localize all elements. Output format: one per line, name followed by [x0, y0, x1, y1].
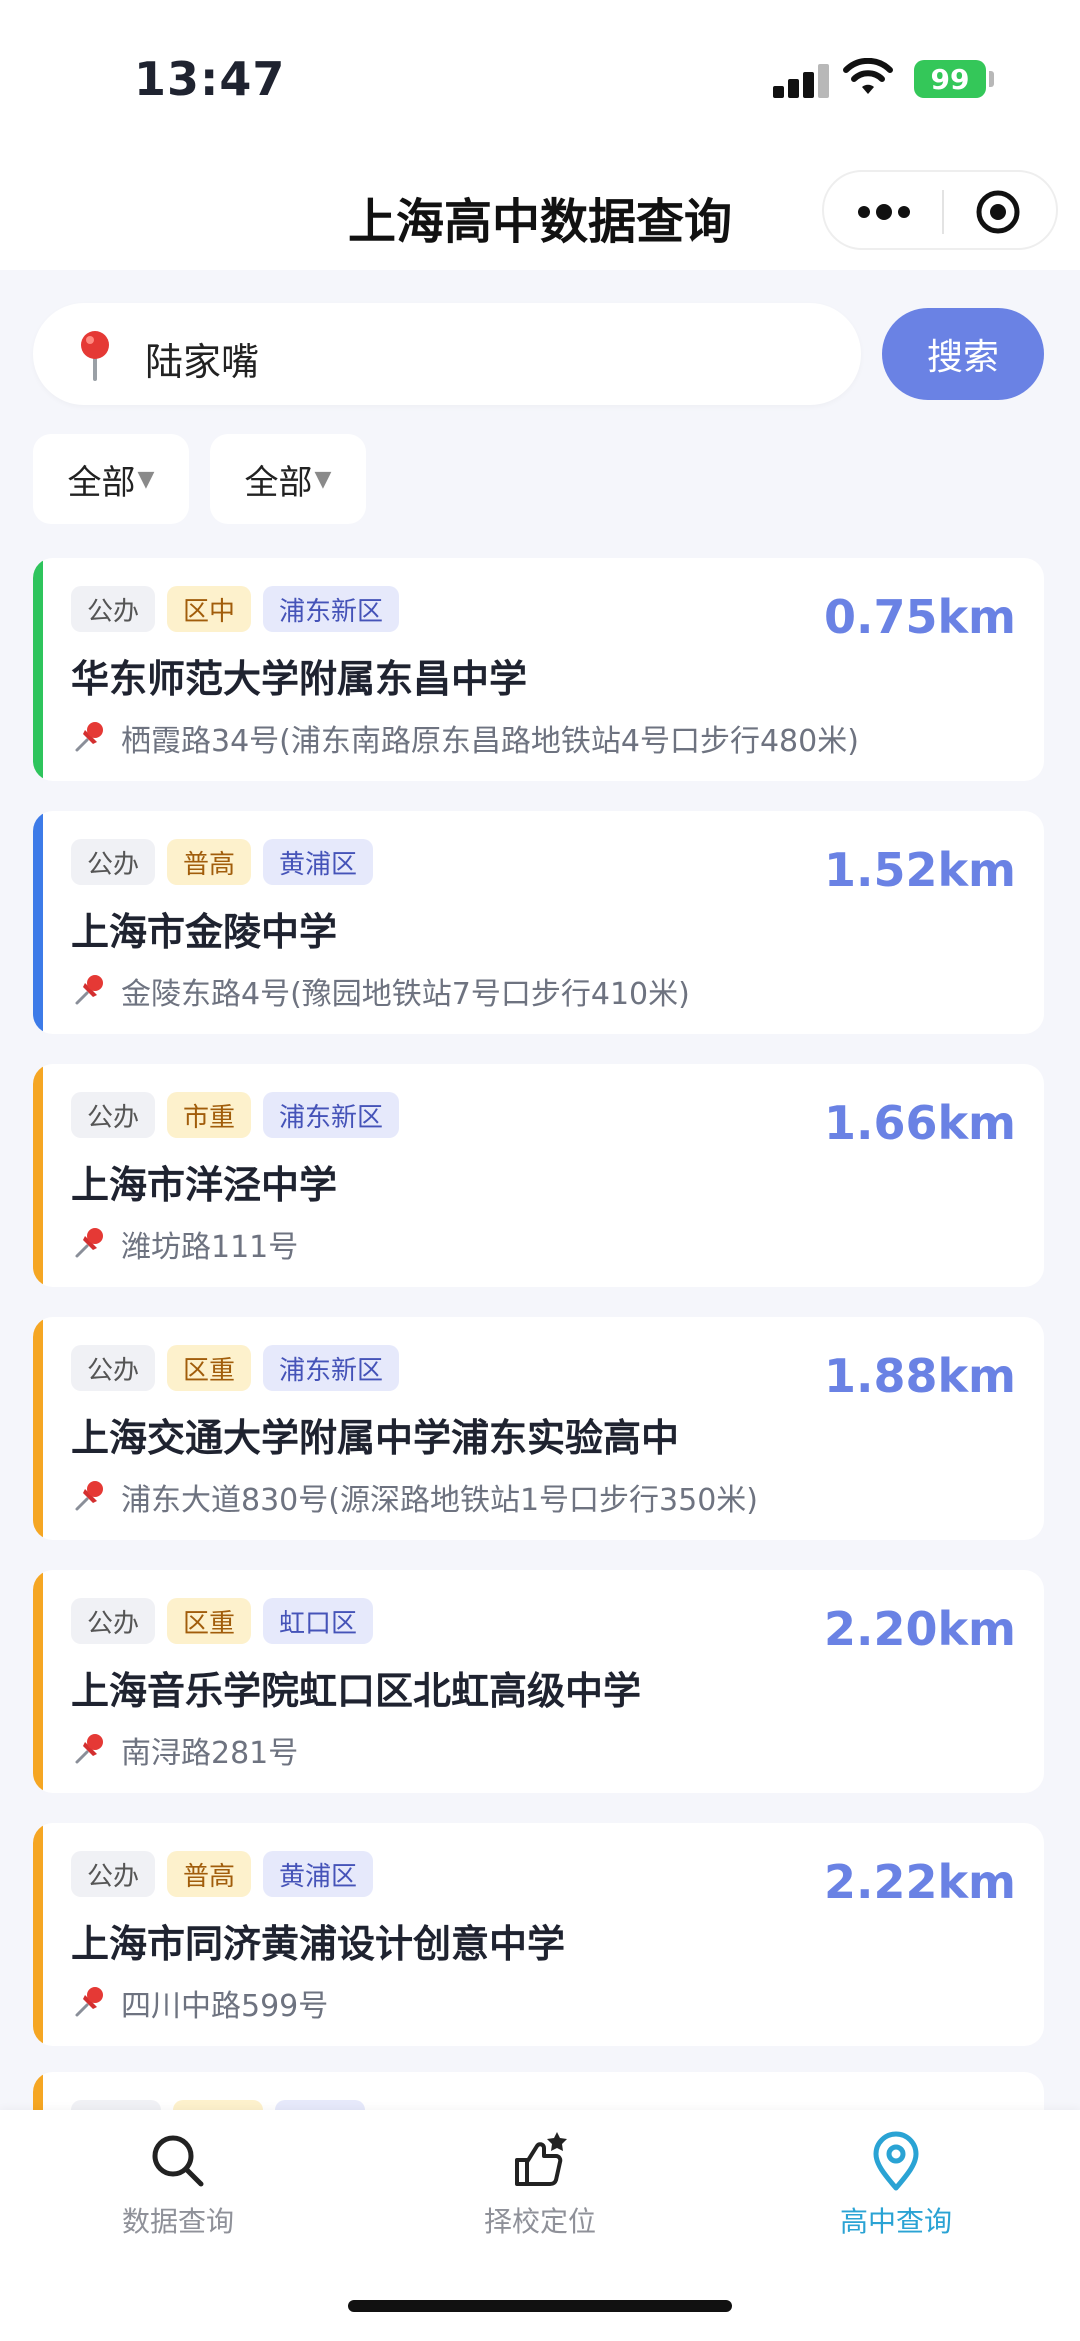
tag-level: 市重 — [167, 1092, 252, 1138]
school-card[interactable]: 公办 区中 浦东新区 0.75km 华东师范大学附属东昌中学 栖霞路34号(浦东… — [33, 558, 1044, 781]
tag-level: 区重 — [167, 1598, 252, 1644]
address-row: 栖霞路34号(浦东南路原东昌路地铁站4号口步行480米) — [71, 716, 859, 760]
school-card[interactable]: 公办 普高 黄浦区 2.22km 上海市同济黄浦设计创意中学 四川中路599号 — [33, 1823, 1044, 2046]
distance: 1.66km — [823, 1096, 1016, 1150]
pushpin-icon — [75, 975, 103, 1005]
school-name: 上海市金陵中学 — [71, 910, 338, 954]
pushpin-icon — [75, 1481, 103, 1511]
school-name: 上海交通大学附属中学浦东实验高中 — [71, 1416, 680, 1460]
school-card[interactable]: 公办 市重 浦东新区 1.66km 上海市洋泾中学 潍坊路111号 — [33, 1064, 1044, 1287]
school-address: 南浔路281号 — [121, 1736, 299, 1771]
tag-district: 虹口区 — [263, 1598, 374, 1644]
tag-type: 公办 — [71, 1092, 156, 1138]
tag-type: 公办 — [71, 1598, 156, 1644]
dropdown-arrow-icon: ▼ — [314, 466, 332, 492]
pushpin-icon — [75, 1734, 103, 1764]
distance: 0.75km — [823, 590, 1016, 644]
tag-group: 公办 普高 黄浦区 — [71, 1851, 374, 1897]
search-icon — [152, 2135, 204, 2187]
more-icon[interactable] — [852, 192, 916, 232]
dropdown-arrow-icon: ▼ — [137, 466, 155, 492]
filter-dropdown-2[interactable]: 全部 ▼ — [210, 434, 366, 524]
school-name: 华东师范大学附属东昌中学 — [71, 657, 528, 701]
tag-level: 区中 — [167, 586, 252, 632]
location-pin-icon — [873, 2131, 919, 2191]
tag-group: 公办 普高 黄浦区 — [71, 839, 374, 885]
tag-level: 普高 — [167, 839, 252, 885]
tag-level: 区重 — [167, 1345, 252, 1391]
search-button[interactable]: 搜索 — [882, 308, 1044, 400]
tag-group: 公办 区中 浦东新区 — [71, 586, 400, 632]
thumbs-up-star-icon — [515, 2132, 567, 2186]
tag-district: 浦东新区 — [263, 586, 400, 632]
address-row: 潍坊路111号 — [71, 1222, 298, 1266]
school-card[interactable]: 公办 区重 浦东新区 1.88km 上海交通大学附属中学浦东实验高中 浦东大道8… — [33, 1317, 1044, 1540]
tag-type: 公办 — [71, 1345, 156, 1391]
card-stripe — [33, 1317, 43, 1540]
tab-label: 择校定位 — [483, 2205, 596, 2238]
card-stripe — [33, 558, 43, 781]
distance: 2.22km — [823, 1855, 1016, 1909]
school-name: 上海音乐学院虹口区北虹高级中学 — [71, 1669, 642, 1713]
filter-label: 全部 — [67, 462, 136, 503]
filter-dropdown-1[interactable]: 全部 ▼ — [33, 434, 189, 524]
tag-level: 普高 — [167, 1851, 252, 1897]
pushpin-icon — [75, 722, 103, 752]
tag-group: 公办 市重 浦东新区 — [71, 1092, 400, 1138]
tab-school-choice[interactable]: 择校定位 — [420, 2130, 660, 2250]
address-row: 南浔路281号 — [71, 1728, 298, 1772]
nav-header: 上海高中数据查询 — [0, 150, 1080, 270]
battery-level: 99 — [930, 62, 970, 96]
school-address: 金陵东路4号(豫园地铁站7号口步行410米) — [121, 977, 690, 1012]
pushpin-icon — [75, 1228, 103, 1258]
address-row: 浦东大道830号(源深路地铁站1号口步行350米) — [71, 1475, 758, 1519]
search-input[interactable]: 陆家嘴 — [33, 303, 861, 405]
school-name: 上海市洋泾中学 — [71, 1163, 338, 1207]
filter-label: 全部 — [244, 462, 313, 503]
distance: 2.20km — [823, 1602, 1016, 1656]
card-stripe — [33, 1064, 43, 1287]
map-pin-icon — [81, 331, 109, 381]
school-address: 潍坊路111号 — [121, 1230, 299, 1265]
distance: 1.88km — [823, 1349, 1016, 1403]
tag-group: 公办 区重 浦东新区 — [71, 1345, 400, 1391]
battery-tip — [989, 71, 994, 87]
pushpin-icon — [75, 1987, 103, 2017]
school-card[interactable]: 公办 区重 虹口区 2.20km 上海音乐学院虹口区北虹高级中学 南浔路281号 — [33, 1570, 1044, 1793]
home-indicator — [348, 2300, 732, 2312]
card-stripe — [33, 811, 43, 1034]
tag-type: 公办 — [71, 839, 156, 885]
school-name: 上海市同济黄浦设计创意中学 — [71, 1922, 566, 1966]
app-screen: 13:47 99 上海高中数据查询 陆家嘴 搜索 全部 ▼ 全部 ▼ 公办 区中… — [0, 0, 1080, 2341]
address-row: 金陵东路4号(豫园地铁站7号口步行410米) — [71, 969, 690, 1013]
tag-group: 公办 区重 虹口区 — [71, 1598, 374, 1644]
tag-type: 公办 — [71, 1851, 156, 1897]
address-row: 四川中路599号 — [71, 1981, 328, 2025]
tag-district: 黄浦区 — [263, 839, 374, 885]
school-address: 四川中路599号 — [121, 1989, 329, 2024]
miniapp-capsule — [822, 170, 1058, 250]
tag-district: 浦东新区 — [263, 1345, 400, 1391]
school-address: 浦东大道830号(源深路地铁站1号口步行350米) — [121, 1483, 759, 1518]
school-address: 栖霞路34号(浦东南路原东昌路地铁站4号口步行480米) — [121, 724, 859, 759]
school-card[interactable]: 公办 普高 黄浦区 1.52km 上海市金陵中学 金陵东路4号(豫园地铁站7号口… — [33, 811, 1044, 1034]
tab-label: 数据查询 — [121, 2205, 234, 2238]
tab-data-query[interactable]: 数据查询 — [58, 2130, 298, 2250]
close-target-icon[interactable] — [974, 188, 1022, 236]
search-value: 陆家嘴 — [145, 340, 260, 384]
status-bar: 13:47 99 — [0, 0, 1080, 150]
distance: 1.52km — [823, 843, 1016, 897]
battery-icon: 99 — [914, 60, 986, 98]
tag-district: 黄浦区 — [263, 1851, 374, 1897]
wifi-icon — [843, 58, 893, 94]
tab-highschool-query[interactable]: 高中查询 — [776, 2130, 1016, 2250]
status-time: 13:47 — [134, 52, 286, 106]
card-stripe — [33, 1570, 43, 1793]
signal-icon — [773, 62, 829, 98]
tag-type: 公办 — [71, 586, 156, 632]
tag-district: 浦东新区 — [263, 1092, 400, 1138]
tab-label: 高中查询 — [839, 2205, 952, 2238]
capsule-divider — [942, 190, 944, 234]
card-stripe — [33, 1823, 43, 2046]
